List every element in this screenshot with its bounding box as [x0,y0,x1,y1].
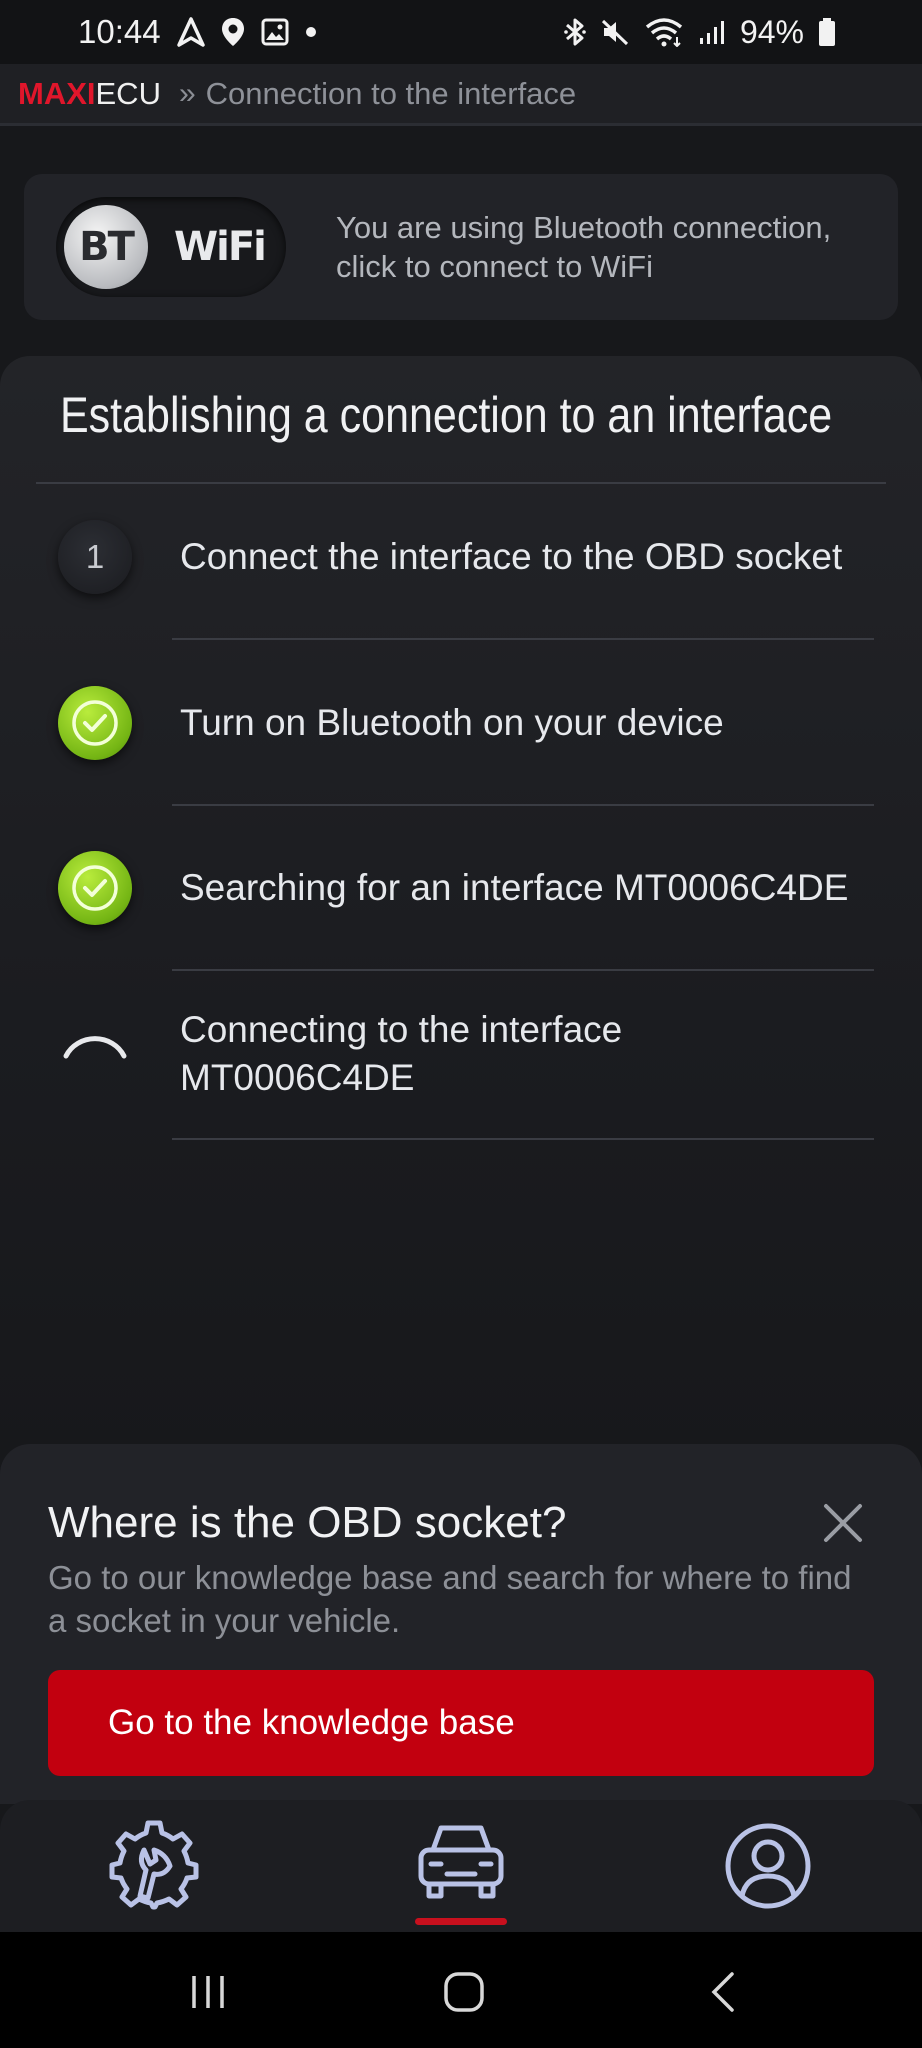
dot-icon [305,26,317,38]
active-tab-indicator [415,1918,507,1925]
step-number-badge: 1 [58,520,132,594]
step-divider [172,969,874,971]
home-icon[interactable] [434,1962,494,2022]
sheet-description: Go to our knowledge base and search for … [48,1559,852,1639]
battery-percent: 94% [739,13,804,50]
location-pin-icon [221,17,245,47]
steps-title: Establishing a connection to an interfac… [60,387,833,443]
bottom-navigation [0,1800,922,1932]
close-icon[interactable] [818,1498,868,1548]
status-right: 94% [564,14,922,51]
connection-steps-panel: Establishing a connection to an interfac… [0,356,922,1456]
status-time: 10:44 [78,13,161,50]
car-icon [415,1820,507,1916]
connection-type-card[interactable]: BT WiFi You are using Bluetooth connecti… [24,174,898,320]
settings-wrench-icon [108,1820,200,1916]
step-divider [172,804,874,806]
signal-icon [698,18,726,46]
profile-icon [722,1820,814,1916]
step-divider [172,1138,874,1140]
battery-icon [818,17,836,47]
title-divider [36,482,886,484]
check-circle-icon [58,686,132,760]
recent-apps-icon[interactable] [178,1962,238,2022]
obd-socket-help-sheet: Where is the OBD socket? Go to our knowl… [0,1444,922,1804]
back-icon[interactable] [694,1962,754,2022]
knowledge-base-button[interactable]: Go to the knowledge base [48,1670,874,1776]
sheet-title: Where is the OBD socket? [48,1498,567,1547]
toggle-knob-bt[interactable]: BT [64,205,148,289]
breadcrumb-separator: » [178,76,196,110]
nav-vehicle[interactable] [411,1820,511,1916]
step-label: Connect the interface to the OBD socket [180,536,843,577]
nav-settings[interactable] [104,1820,204,1916]
step-label: Searching for an interface MT0006C4DE [180,867,849,908]
status-left: 10:44 [78,13,317,51]
nav-profile[interactable] [718,1820,818,1916]
maxiecu-logo[interactable]: MAXIECU [18,76,161,112]
mute-icon [600,17,630,47]
check-circle-icon [58,851,132,925]
bt-wifi-toggle[interactable]: BT WiFi [56,197,286,297]
step-label-line1: Connecting to the interface [180,1009,623,1050]
system-navigation-bar [0,1932,922,2048]
bluetooth-icon [564,17,586,47]
navigation-icon [176,17,205,47]
page-title: Connection to the interface [205,75,577,111]
image-icon [261,18,289,46]
step-divider [172,638,874,640]
step-label: Turn on Bluetooth on your device [180,702,724,743]
breadcrumb: MAXIECU » Connection to the interface [0,64,922,126]
loading-spinner-icon [58,1020,132,1094]
connection-message[interactable]: You are using Bluetooth connection, clic… [336,208,896,286]
step-label: Connecting to the interface MT0006C4DE [180,1006,622,1102]
step-label-line2: MT0006C4DE [180,1057,415,1098]
toggle-option-wifi[interactable]: WiFi [174,197,267,297]
wifi-icon [644,17,684,47]
status-bar: 10:44 94% [0,0,922,64]
